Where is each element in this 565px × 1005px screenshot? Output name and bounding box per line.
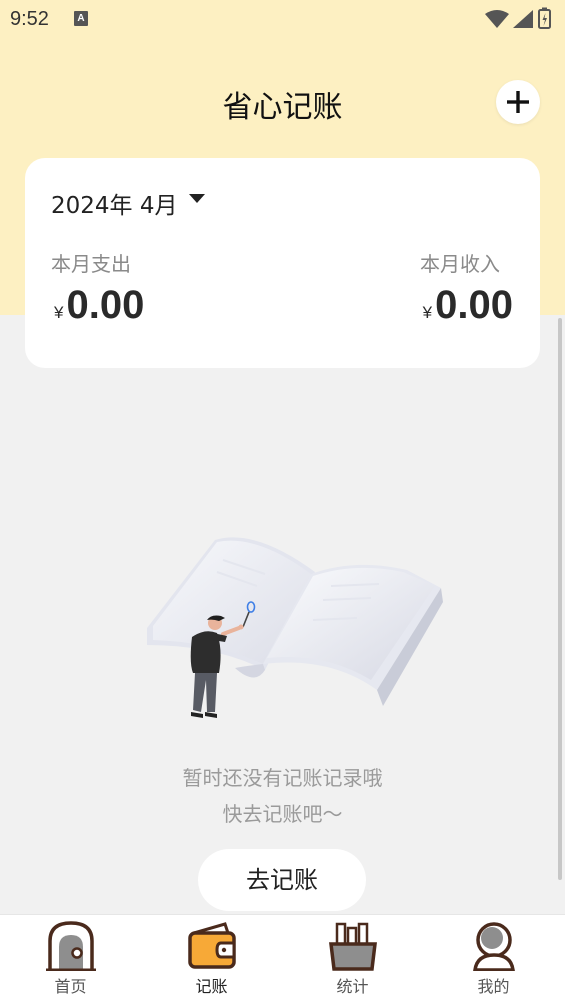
bottom-tab-bar: 首页 记账 统计 我的	[0, 914, 565, 1005]
home-icon	[46, 921, 96, 971]
plus-icon	[507, 91, 529, 113]
monthly-summary-card: 2024年 4月 本月支出 本月收入 ¥0.00 ¥0.00	[25, 158, 540, 368]
income-value: 0.00	[435, 283, 513, 327]
income-label: 本月收入	[420, 252, 500, 276]
expense-value: 0.00	[66, 283, 145, 327]
status-icons	[483, 7, 555, 35]
wifi-icon	[485, 10, 509, 28]
tab-home-label: 首页	[54, 977, 87, 996]
wallet-icon	[188, 922, 236, 969]
tab-stats[interactable]: 统计	[282, 915, 423, 1005]
currency-symbol: ¥	[54, 303, 64, 322]
tab-stats-label: 统计	[336, 977, 369, 996]
profile-icon	[473, 922, 515, 971]
status-time: 9:52	[10, 8, 49, 30]
tab-mine-label: 我的	[477, 977, 510, 996]
add-button[interactable]	[496, 80, 540, 124]
notification-icon: A	[74, 11, 88, 26]
expense-label: 本月支出	[51, 252, 131, 276]
stats-icon	[329, 922, 377, 971]
expense-amount: ¥0.00	[54, 283, 144, 328]
month-selector[interactable]: 2024年 4月	[51, 186, 177, 220]
go-record-button[interactable]: 去记账	[198, 849, 366, 911]
tab-record-label: 记账	[195, 977, 228, 996]
tab-home[interactable]: 首页	[0, 915, 141, 1005]
caret-down-icon[interactable]	[189, 194, 205, 204]
income-amount: ¥0.00	[423, 283, 513, 328]
empty-message-line1: 暂时还没有记账记录哦	[182, 766, 383, 790]
empty-message-line2: 快去记账吧～	[222, 802, 343, 826]
tab-mine[interactable]: 我的	[423, 915, 564, 1005]
page-title: 省心记账	[222, 90, 343, 125]
status-bar: 9:52 A	[0, 0, 565, 40]
empty-book-illustration	[147, 537, 443, 718]
tab-record[interactable]: 记账	[141, 915, 282, 1005]
currency-symbol: ¥	[422, 303, 433, 322]
signal-icon	[513, 10, 533, 28]
scrollbar[interactable]	[558, 318, 562, 880]
